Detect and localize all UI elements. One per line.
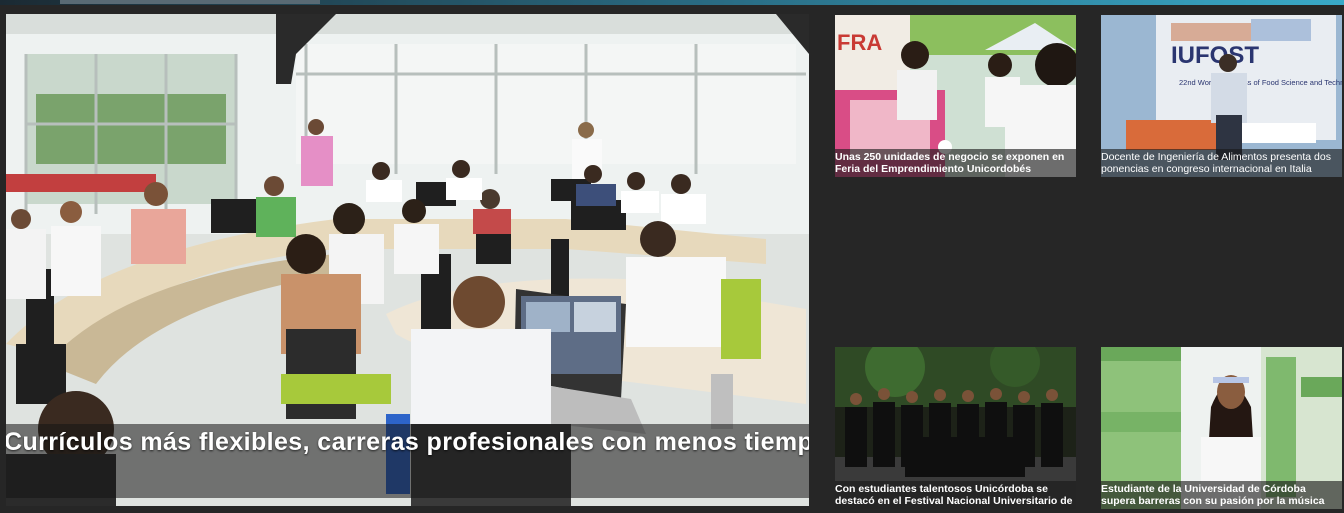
side-story-card[interactable]: IUFOST 22nd World Congress of Food Scien… [1101, 15, 1342, 177]
side-story-caption: Docente de Ingeniería de Alimentos prese… [1101, 149, 1342, 177]
main-story-headline[interactable]: Currículos más flexibles, carreras profe… [6, 424, 809, 461]
main-story-card[interactable]: Currículos más flexibles, carreras profe… [6, 14, 809, 506]
top-accent-strip [0, 0, 1344, 5]
side-story-caption: Estudiante de la Universidad de Córdoba … [1101, 481, 1342, 509]
side-story-headline[interactable]: Con estudiantes talentosos Unicórdoba se… [835, 481, 1076, 509]
banner-title: IUFOST [1171, 42, 1259, 69]
main-story-caption: Currículos más flexibles, carreras profe… [6, 424, 809, 498]
side-story-card[interactable]: FRA Unas 250 unidades de negocio se expo… [835, 15, 1076, 177]
side-story-caption: Con estudiantes talentosos Unicórdoba se… [835, 481, 1076, 509]
banner-subtitle: 22nd World Congress of Food Science and … [1179, 78, 1342, 87]
side-story-headline[interactable]: Estudiante de la Universidad de Córdoba … [1101, 481, 1342, 507]
poster-lettering: FRA [837, 30, 882, 55]
side-story-card[interactable]: Con estudiantes talentosos Unicórdoba se… [835, 347, 1076, 509]
side-story-headline[interactable]: Unas 250 unidades de negocio se exponen … [835, 149, 1076, 175]
side-story-card[interactable]: Estudiante de la Universidad de Córdoba … [1101, 347, 1342, 509]
top-strip-segment [60, 0, 320, 4]
side-story-caption: Unas 250 unidades de negocio se exponen … [835, 149, 1076, 177]
side-story-headline[interactable]: Docente de Ingeniería de Alimentos prese… [1101, 149, 1342, 175]
